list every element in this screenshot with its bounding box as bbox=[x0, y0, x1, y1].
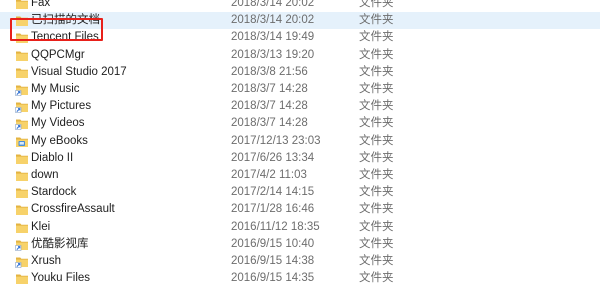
file-type: 文件夹 bbox=[359, 203, 394, 216]
file-row[interactable]: QQPCMgr 2018/3/13 19:20 文件夹 bbox=[0, 47, 600, 64]
file-row[interactable]: Stardock 2017/2/14 14:15 文件夹 bbox=[0, 184, 600, 201]
file-type: 文件夹 bbox=[359, 0, 394, 9]
annotation-highlight-box bbox=[10, 18, 103, 41]
file-date-modified: 2017/12/13 23:03 bbox=[231, 134, 321, 147]
file-date-modified: 2018/3/7 14:28 bbox=[231, 100, 308, 113]
shortcut-folder-icon bbox=[15, 238, 29, 251]
folder-icon bbox=[15, 49, 29, 62]
file-date-modified: 2018/3/14 20:02 bbox=[231, 14, 315, 27]
file-type: 文件夹 bbox=[359, 117, 394, 130]
folder-icon bbox=[15, 152, 29, 165]
file-name: Klei bbox=[31, 220, 51, 233]
file-row[interactable]: Visual Studio 2017 2018/3/8 21:56 文件夹 bbox=[0, 64, 600, 81]
shortcut-folder-icon bbox=[15, 117, 29, 131]
folder-icon bbox=[15, 0, 29, 10]
file-name: Xrush bbox=[31, 255, 62, 267]
file-type: 文件夹 bbox=[359, 83, 394, 95]
file-name: My eBooks bbox=[31, 134, 88, 147]
file-date-modified: 2018/3/8 21:56 bbox=[231, 65, 308, 78]
file-date-modified: 2018/3/7 14:28 bbox=[231, 83, 308, 95]
file-name: Youku Files bbox=[31, 272, 91, 285]
file-name: CrossfireAssault bbox=[31, 203, 115, 216]
file-date-modified: 2017/4/2 11:03 bbox=[231, 169, 307, 181]
file-date-modified: 2016/9/15 14:35 bbox=[231, 272, 315, 285]
file-name: Visual Studio 2017 bbox=[31, 65, 127, 78]
folder-icon bbox=[15, 272, 29, 285]
file-row[interactable]: Fax 2018/3/14 20:02 文件夹 bbox=[0, 0, 600, 12]
file-type: 文件夹 bbox=[359, 31, 394, 44]
file-type: 文件夹 bbox=[359, 220, 394, 233]
file-row[interactable]: CrossfireAssault 2017/1/28 16:46 文件夹 bbox=[0, 201, 600, 218]
file-date-modified: 2016/9/15 10:40 bbox=[231, 237, 315, 250]
file-row[interactable]: 优酷影视库 2016/9/15 10:40 文件夹 bbox=[0, 236, 600, 253]
file-date-modified: 2018/3/13 19:20 bbox=[231, 48, 315, 61]
folder-icon bbox=[15, 169, 29, 182]
file-date-modified: 2017/2/14 14:15 bbox=[231, 186, 315, 199]
shortcut-folder-icon bbox=[15, 83, 29, 96]
file-name: Fax bbox=[31, 0, 51, 9]
file-row[interactable]: My Music 2018/3/7 14:28 文件夹 bbox=[0, 81, 600, 98]
file-name: My Videos bbox=[31, 117, 85, 130]
folder-icon bbox=[15, 203, 29, 216]
file-row[interactable]: My Videos 2018/3/7 14:28 文件夹 bbox=[0, 115, 600, 132]
shortcut-folder-icon bbox=[15, 100, 29, 113]
folder-icon bbox=[15, 186, 29, 199]
file-type: 文件夹 bbox=[359, 237, 394, 250]
file-type: 文件夹 bbox=[359, 186, 394, 199]
file-date-modified: 2016/9/15 14:38 bbox=[231, 255, 315, 267]
file-row[interactable]: My Pictures 2018/3/7 14:28 文件夹 bbox=[0, 98, 600, 115]
folder-icon bbox=[15, 221, 29, 234]
shortcut-folder-icon bbox=[15, 255, 29, 268]
file-name: Stardock bbox=[31, 186, 77, 199]
file-type: 文件夹 bbox=[359, 48, 394, 61]
folder-icon bbox=[15, 66, 29, 79]
file-date-modified: 2016/11/12 18:35 bbox=[231, 220, 320, 233]
file-row[interactable]: Diablo II 2017/6/26 13:34 文件夹 bbox=[0, 150, 600, 167]
file-name: QQPCMgr bbox=[31, 48, 85, 61]
file-row[interactable]: Youku Files 2016/9/15 14:35 文件夹 bbox=[0, 270, 600, 287]
file-type: 文件夹 bbox=[359, 65, 394, 78]
file-row[interactable]: down 2017/4/2 11:03 文件夹 bbox=[0, 167, 600, 184]
file-date-modified: 2017/6/26 13:34 bbox=[231, 151, 315, 164]
file-type: 文件夹 bbox=[359, 255, 394, 267]
file-type: 文件夹 bbox=[359, 272, 394, 285]
file-type: 文件夹 bbox=[359, 151, 394, 164]
file-type: 文件夹 bbox=[359, 14, 394, 27]
file-row[interactable]: My eBooks 2017/12/13 23:03 文件夹 bbox=[0, 133, 600, 150]
file-name: My Music bbox=[31, 83, 80, 95]
file-name: Diablo II bbox=[31, 151, 74, 164]
file-type: 文件夹 bbox=[359, 134, 394, 147]
file-name: down bbox=[31, 169, 59, 181]
file-row[interactable]: Klei 2016/11/12 18:35 文件夹 bbox=[0, 219, 600, 236]
file-date-modified: 2017/1/28 16:46 bbox=[231, 203, 315, 216]
file-date-modified: 2018/3/14 20:02 bbox=[231, 0, 315, 9]
ebook-folder-icon bbox=[15, 135, 29, 148]
file-type: 文件夹 bbox=[359, 100, 394, 113]
file-date-modified: 2018/3/14 19:49 bbox=[231, 31, 315, 44]
file-list: Fax 2018/3/14 20:02 文件夹 已扫描的文档 2018/3/14 20:… bbox=[0, 0, 600, 290]
file-type: 文件夹 bbox=[359, 169, 394, 181]
file-name: 优酷影视库 bbox=[31, 237, 89, 250]
file-name: My Pictures bbox=[31, 100, 92, 113]
file-date-modified: 2018/3/7 14:28 bbox=[231, 117, 308, 130]
file-row[interactable]: Xrush 2016/9/15 14:38 文件夹 bbox=[0, 253, 600, 270]
